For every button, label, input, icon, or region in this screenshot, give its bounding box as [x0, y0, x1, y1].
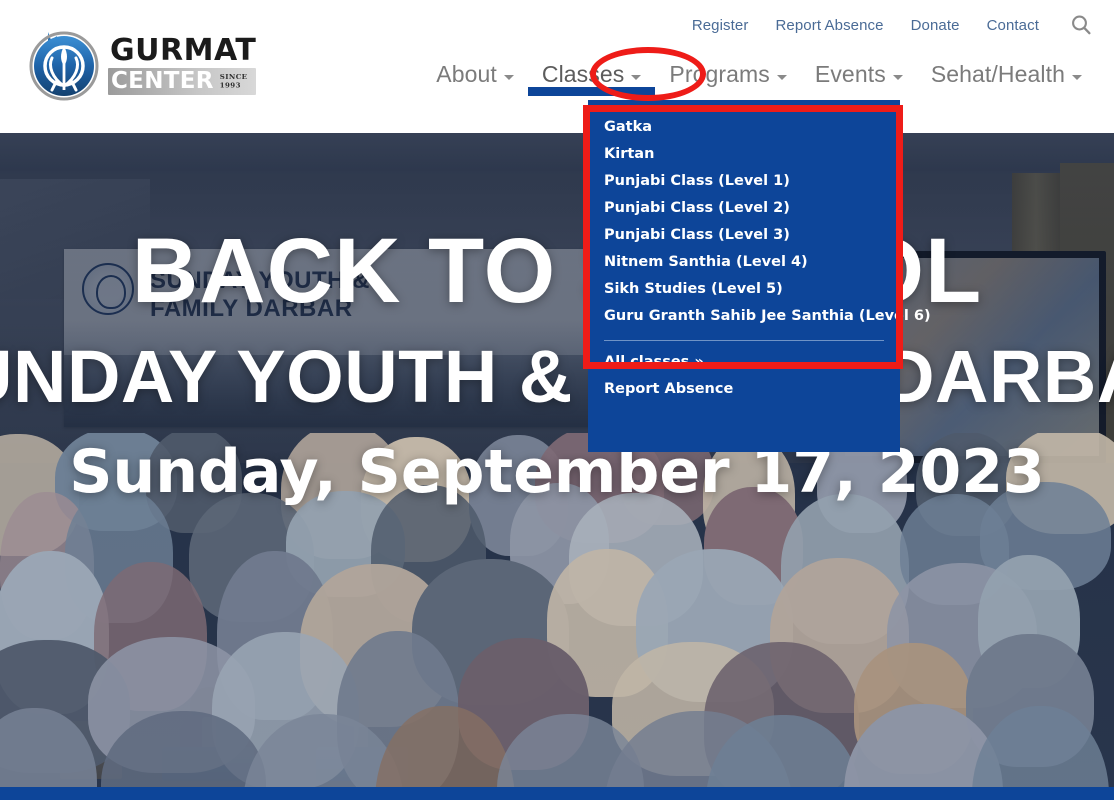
- dropdown-item-punjabi-level-1[interactable]: Punjabi Class (Level 1): [588, 168, 900, 195]
- chevron-down-icon: [776, 74, 787, 80]
- chevron-down-icon: [631, 74, 642, 80]
- chevron-down-icon: [892, 74, 903, 80]
- nav-label-programs: Programs: [669, 60, 770, 87]
- page-root: SUNDAY YOUTH &FAMILY DARBAR BACK TO SCHO…: [0, 0, 1114, 800]
- nav-label-classes: Classes: [541, 60, 625, 87]
- dropdown-item-nitnem-santhia-level-4[interactable]: Nitnem Santhia (Level 4): [588, 249, 900, 276]
- dropdown-item-punjabi-level-2[interactable]: Punjabi Class (Level 2): [588, 195, 900, 222]
- main-nav: About Classes Programs Events Sehat/Heal…: [422, 50, 1096, 98]
- logo-tagline: SINCE 1993: [219, 72, 248, 90]
- dropdown-item-sikh-studies-level-5[interactable]: Sikh Studies (Level 5): [588, 276, 900, 303]
- khanda-logo-icon: [22, 28, 106, 102]
- nav-item-about[interactable]: About: [422, 50, 528, 96]
- dropdown-separator: [604, 340, 884, 341]
- logo-secondary-text: CENTER: [111, 67, 214, 94]
- bottom-accent-bar: [0, 787, 1114, 800]
- utility-nav: Register Report Absence Donate Contact: [692, 8, 1114, 42]
- hero-subheadline: SUNDAY YOUTH & FAMILY DARBAR: [0, 335, 1114, 418]
- nav-label-sehat-health: Sehat/Health: [930, 60, 1065, 87]
- classes-dropdown-menu: Gatka Kirtan Punjabi Class (Level 1) Pun…: [588, 100, 931, 452]
- dropdown-item-guru-granth-sahib-jee-santhia-level-6[interactable]: Guru Granth Sahib Jee Santhia (Level 6): [588, 303, 931, 330]
- hero-banner: SUNDAY YOUTH &FAMILY DARBAR BACK TO SCHO…: [0, 133, 1114, 787]
- logo-secondary-bar: CENTER SINCE 1993: [108, 67, 257, 95]
- utility-link-register[interactable]: Register: [692, 17, 749, 34]
- dropdown-item-gatka[interactable]: Gatka: [588, 114, 900, 141]
- nav-label-events: Events: [814, 60, 886, 87]
- nav-item-programs[interactable]: Programs: [655, 50, 801, 96]
- search-icon[interactable]: [1068, 12, 1094, 38]
- logo-wordmark: GURMAT CENTER SINCE 1993: [108, 32, 257, 95]
- nav-active-indicator: [527, 87, 656, 96]
- chevron-down-icon: [1072, 74, 1082, 80]
- site-header: GURMAT CENTER SINCE 1993 Register Report…: [0, 0, 1114, 133]
- dropdown-item-all-classes[interactable]: All classes »: [588, 349, 900, 376]
- dropdown-item-punjabi-level-3[interactable]: Punjabi Class (Level 3): [588, 222, 900, 249]
- hero-text-block: BACK TO SCHOOL SUNDAY YOUTH & FAMILY DAR…: [0, 133, 1114, 787]
- nav-item-classes[interactable]: Classes: [527, 50, 656, 96]
- utility-link-donate[interactable]: Donate: [911, 17, 960, 34]
- utility-link-contact[interactable]: Contact: [987, 17, 1039, 34]
- nav-item-events[interactable]: Events: [801, 50, 917, 96]
- nav-label-about: About: [436, 60, 497, 87]
- utility-link-report-absence[interactable]: Report Absence: [775, 17, 883, 34]
- site-logo[interactable]: GURMAT CENTER SINCE 1993: [22, 28, 257, 102]
- logo-primary-text: GURMAT: [110, 32, 257, 68]
- dropdown-item-kirtan[interactable]: Kirtan: [588, 141, 900, 168]
- dropdown-item-report-absence[interactable]: Report Absence: [588, 376, 900, 403]
- nav-item-sehat-health[interactable]: Sehat/Health: [917, 50, 1096, 96]
- chevron-down-icon: [503, 74, 514, 80]
